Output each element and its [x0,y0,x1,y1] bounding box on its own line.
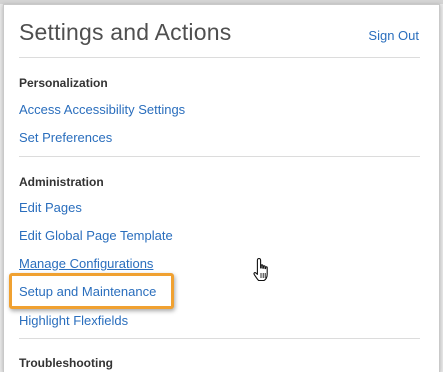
link-manage-configurations[interactable]: Manage Configurations [19,256,153,271]
divider [19,338,420,339]
divider [19,156,420,157]
section-heading-troubleshooting: Troubleshooting [19,356,113,370]
link-edit-global-page-template[interactable]: Edit Global Page Template [19,228,173,243]
sign-out-link[interactable]: Sign Out [368,28,419,43]
link-highlight-flexfields[interactable]: Highlight Flexfields [19,313,128,328]
link-set-preferences[interactable]: Set Preferences [19,130,112,145]
section-heading-administration: Administration [19,175,104,189]
link-setup-and-maintenance[interactable]: Setup and Maintenance [19,284,156,299]
divider [19,57,420,58]
hand-pointer-icon [253,257,268,282]
link-access-accessibility-settings[interactable]: Access Accessibility Settings [19,102,185,117]
link-edit-pages[interactable]: Edit Pages [19,200,82,215]
section-heading-personalization: Personalization [19,76,108,90]
menu-title: Settings and Actions [19,19,232,45]
settings-and-actions-menu: Settings and Actions Sign Out Personaliz… [3,4,440,372]
